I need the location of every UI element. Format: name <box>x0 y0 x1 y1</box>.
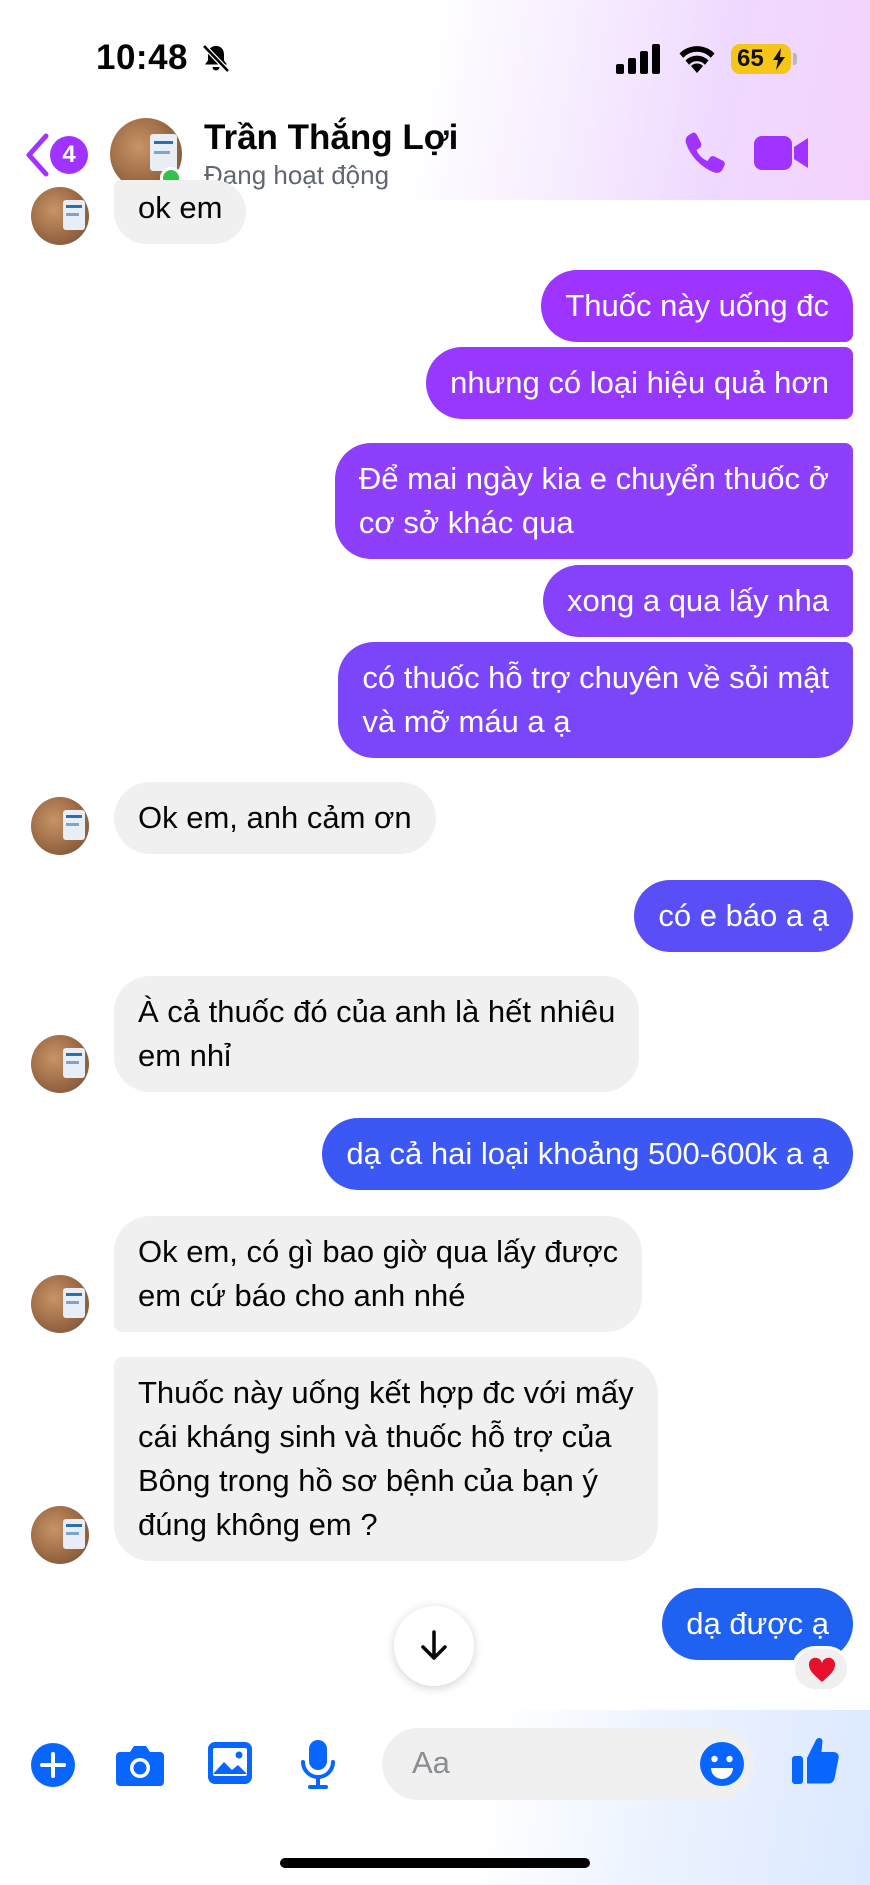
message-bubble-outgoing[interactable]: xong a qua lấy nha <box>543 565 853 637</box>
wifi-icon <box>679 46 715 73</box>
message-input-placeholder: Aa <box>412 1745 450 1780</box>
heart-icon <box>808 1657 836 1682</box>
status-bar: 10:48 65 <box>0 0 870 110</box>
thumbs-up-icon[interactable] <box>790 1732 842 1788</box>
message-bubble-incoming[interactable]: Thuốc này uống kết hợp đc với mấy cái kh… <box>114 1357 658 1561</box>
message-bubble-outgoing[interactable]: dạ cả hai loại khoảng 500-600k a ạ <box>322 1118 853 1190</box>
message-bubble-incoming[interactable]: Ok em, có gì bao giờ qua lấy được em cứ … <box>114 1216 643 1332</box>
video-call-icon[interactable] <box>752 130 810 176</box>
home-indicator <box>280 1858 590 1868</box>
emoji-icon[interactable] <box>698 1740 746 1788</box>
message-bubble-outgoing[interactable]: nhưng có loại hiệu quả hơn <box>426 347 853 419</box>
message-bubble-outgoing[interactable]: có thuốc hỗ trợ chuyên về sỏi mật và mỡ … <box>338 642 853 758</box>
message-bubble-outgoing[interactable]: có e báo a ạ <box>634 880 853 952</box>
message-bubble-outgoing[interactable]: Để mai ngày kia e chuyển thuốc ở cơ sở k… <box>334 443 853 559</box>
charging-bolt-icon <box>773 48 785 70</box>
status-time: 10:48 <box>96 38 189 77</box>
message-avatar[interactable] <box>31 187 89 245</box>
message-avatar[interactable] <box>31 1035 89 1093</box>
phone-call-icon[interactable] <box>680 128 730 178</box>
message-input[interactable]: Aa <box>382 1728 754 1800</box>
contact-name[interactable]: Trần Thắng Lợi <box>204 118 458 158</box>
plus-circle-icon[interactable] <box>30 1742 76 1788</box>
battery-indicator: 65 <box>731 44 791 74</box>
message-avatar[interactable] <box>31 797 89 855</box>
microphone-icon[interactable] <box>298 1738 338 1790</box>
gallery-icon[interactable] <box>206 1740 254 1786</box>
cellular-signal-icon <box>616 44 660 74</box>
message-bubble-incoming[interactable]: À cả thuốc đó của anh là hết nhiêu em nh… <box>114 976 640 1092</box>
message-avatar[interactable] <box>31 1506 89 1564</box>
bell-muted-icon <box>202 44 230 73</box>
message-avatar[interactable] <box>31 1275 89 1333</box>
unread-count-badge[interactable]: 4 <box>50 136 88 174</box>
battery-level: 65 <box>737 45 764 72</box>
message-bubble-outgoing[interactable]: Thuốc này uống đc <box>541 270 853 342</box>
message-reaction[interactable] <box>792 1646 850 1692</box>
battery-cap <box>793 53 797 65</box>
back-chevron-icon[interactable] <box>24 132 50 178</box>
arrow-down-icon <box>421 1630 447 1660</box>
camera-icon[interactable] <box>114 1742 166 1788</box>
message-bubble-incoming[interactable]: Ok em, anh cảm ơn <box>114 782 436 854</box>
message-bubble-incoming[interactable]: ok em <box>114 180 247 244</box>
scroll-to-bottom-button[interactable] <box>394 1606 474 1686</box>
